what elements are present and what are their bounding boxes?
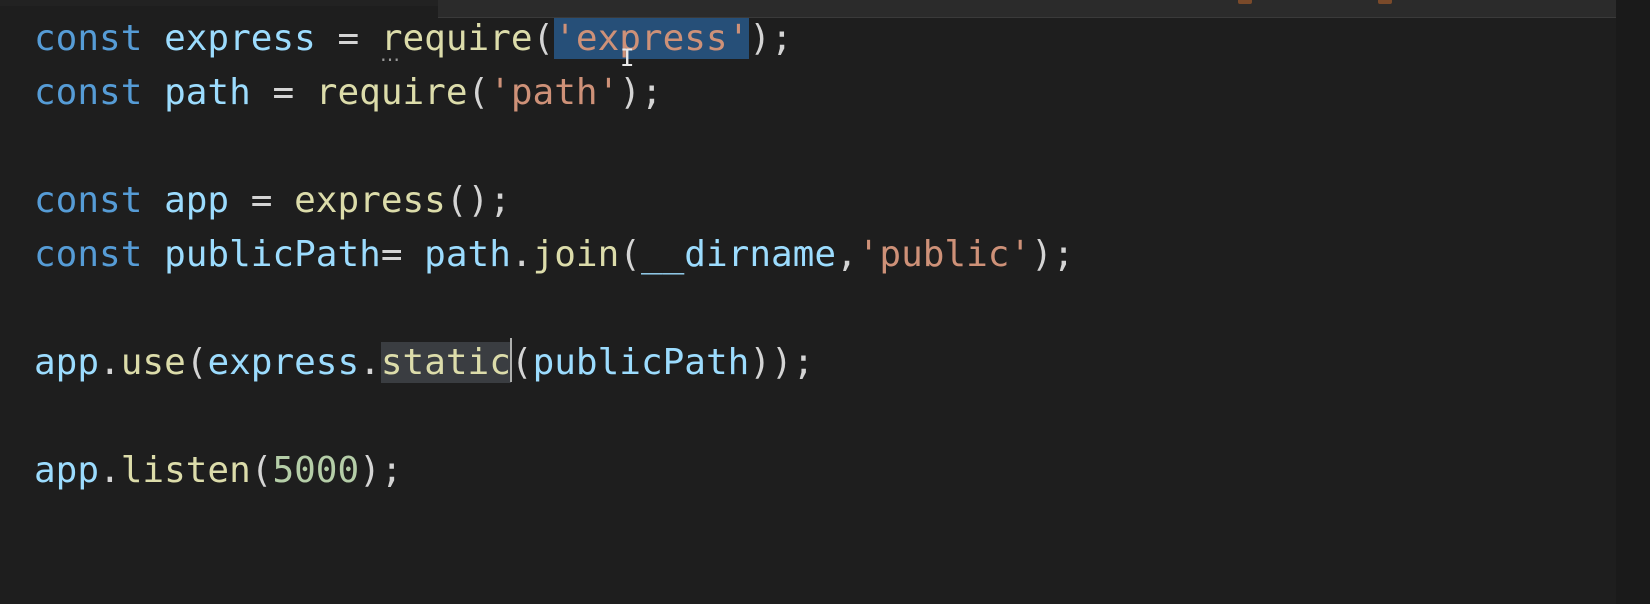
punctuation-token [142, 180, 164, 221]
string-token: 'public' [857, 234, 1032, 275]
code-line[interactable] [34, 390, 1074, 444]
code-line[interactable] [34, 282, 1074, 336]
identifier-token: path [164, 72, 251, 113]
code-line[interactable]: const express = require('express'); [34, 12, 1074, 66]
string-token: 'path' [489, 72, 620, 113]
punctuation-token: = [380, 234, 425, 275]
identifier-token: path [424, 234, 511, 275]
keyword-token: const [34, 72, 143, 113]
identifier-token: app [34, 342, 100, 383]
function-token: require [315, 72, 468, 113]
string-token: 'express' [554, 18, 750, 59]
identifier-token: publicPath [164, 234, 381, 275]
punctuation-token: . [99, 450, 121, 491]
identifier-token: app [34, 450, 100, 491]
hint-dots-icon: … [380, 42, 401, 66]
function-token: join [532, 234, 620, 275]
punctuation-token: = [250, 72, 316, 113]
identifier-token: express [164, 18, 316, 59]
punctuation-token: ); [359, 450, 403, 491]
punctuation-token: ( [467, 72, 490, 113]
punctuation-token: ); [619, 72, 663, 113]
function-token: listen [120, 450, 251, 491]
identifier-token: __dirname [640, 234, 837, 275]
punctuation-token [142, 234, 164, 275]
punctuation-token: . [510, 234, 533, 275]
punctuation-token: . [359, 342, 381, 383]
punctuation-token: (); [445, 180, 511, 221]
identifier-token: publicPath [532, 342, 750, 383]
punctuation-token: ); [1031, 234, 1075, 275]
punctuation-token: = [229, 180, 295, 221]
function-token: express [294, 180, 446, 221]
editor-top-edge [0, 0, 438, 6]
code-line[interactable]: app.listen(5000); [34, 444, 1074, 498]
punctuation-token: , [836, 234, 858, 275]
hover-marker [1238, 0, 1252, 4]
mouse-ibeam-icon: I [620, 44, 635, 72]
punctuation-token: = [315, 18, 381, 59]
code-area[interactable]: const express = require('express'); const… [34, 12, 1074, 498]
code-line[interactable]: app.use(express.static(publicPath)); [34, 336, 1074, 390]
punctuation-token [142, 18, 164, 59]
identifier-token: app [164, 180, 230, 221]
punctuation-token: ( [185, 342, 208, 383]
hover-marker [1378, 0, 1392, 4]
identifier-token: express [207, 342, 360, 383]
punctuation-token [142, 72, 164, 113]
function-token: static [380, 342, 511, 383]
code-line[interactable]: const path = require('path'); [34, 66, 1074, 120]
punctuation-token: )); [749, 342, 815, 383]
function-token: require [380, 18, 533, 59]
punctuation-token: ( [532, 18, 555, 59]
punctuation-token: ( [619, 234, 641, 275]
keyword-token: const [34, 18, 143, 59]
code-editor[interactable]: const express = require('express'); const… [0, 0, 1650, 604]
code-line[interactable]: const publicPath= path.join(__dirname,'p… [34, 228, 1074, 282]
keyword-token: const [34, 180, 143, 221]
editor-scrollbar[interactable] [1616, 0, 1650, 604]
punctuation-token: ( [250, 450, 273, 491]
punctuation-token: . [99, 342, 121, 383]
punctuation-token: ( [510, 342, 533, 383]
code-line[interactable]: const app = express(); [34, 174, 1074, 228]
keyword-token: const [34, 234, 143, 275]
punctuation-token: ); [749, 18, 793, 59]
number-token: 5000 [272, 450, 360, 491]
code-line[interactable] [34, 120, 1074, 174]
function-token: use [120, 342, 186, 383]
